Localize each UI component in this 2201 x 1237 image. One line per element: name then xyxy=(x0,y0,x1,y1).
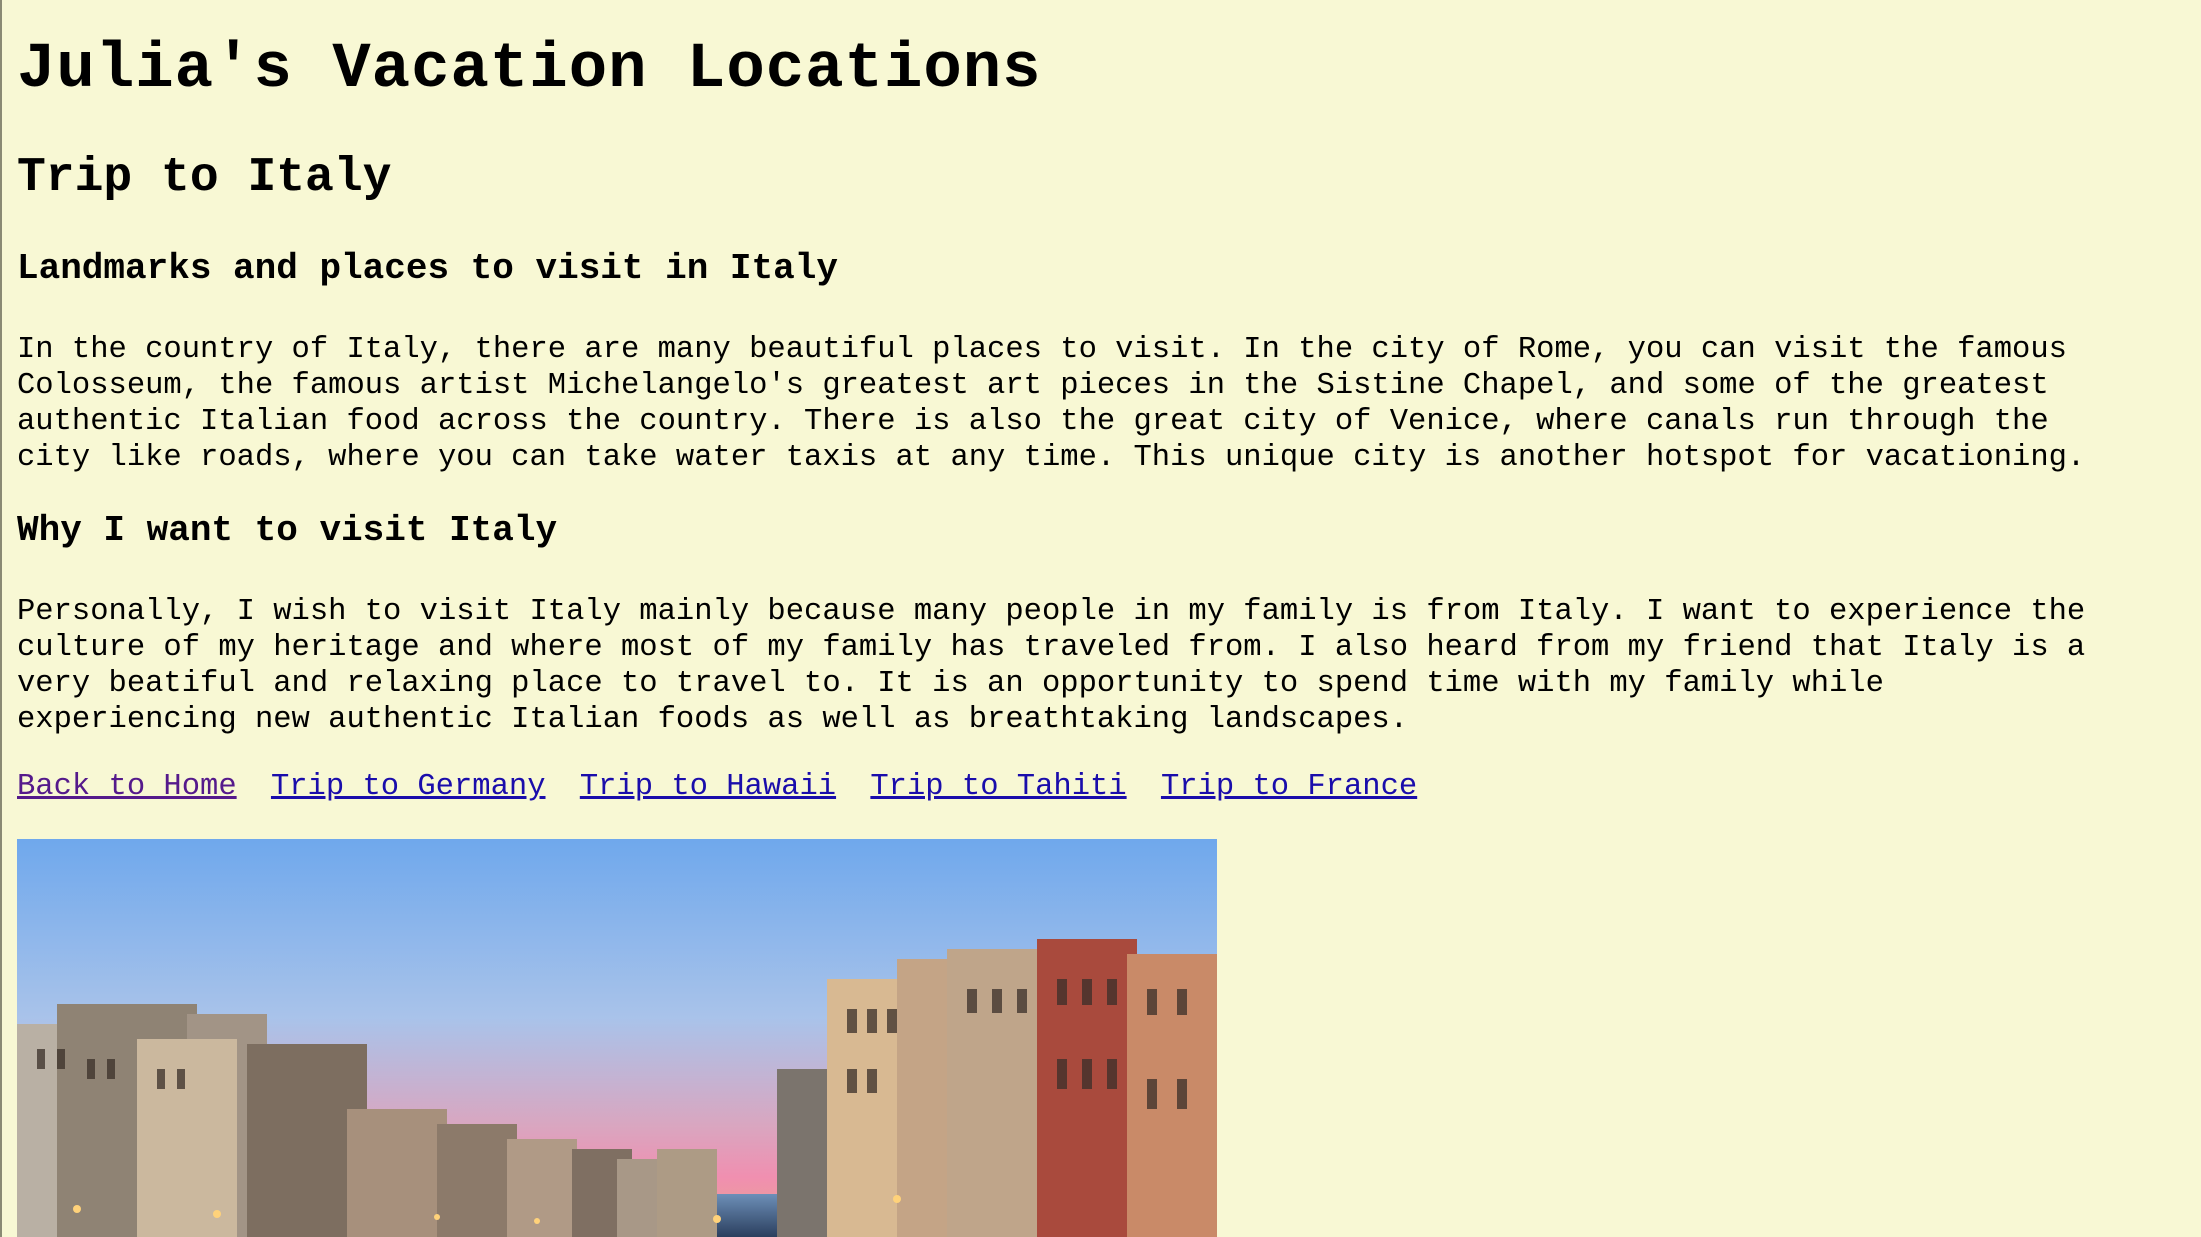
page-title: Julia's Vacation Locations xyxy=(17,34,1042,106)
section-heading-why-visit: Why I want to visit Italy xyxy=(17,510,558,551)
link-back-to-home[interactable]: Back to Home xyxy=(17,770,237,804)
link-trip-tahiti[interactable]: Trip to Tahiti xyxy=(870,770,1126,804)
link-trip-hawaii[interactable]: Trip to Hawaii xyxy=(580,770,836,804)
link-trip-france[interactable]: Trip to France xyxy=(1161,770,1417,804)
section-body-landmarks: In the country of Italy, there are many … xyxy=(17,333,2086,475)
link-trip-germany[interactable]: Trip to Germany xyxy=(271,770,546,804)
page-left-border xyxy=(0,0,2,1237)
section-body-why-visit: Personally, I wish to visit Italy mainly… xyxy=(17,595,2086,737)
page-subtitle: Trip to Italy xyxy=(17,151,392,205)
trip-nav-links: Back to Home Trip to Germany Trip to Haw… xyxy=(17,770,1433,804)
section-heading-landmarks: Landmarks and places to visit in Italy xyxy=(17,248,838,289)
venice-canal-photo xyxy=(17,839,1217,1237)
